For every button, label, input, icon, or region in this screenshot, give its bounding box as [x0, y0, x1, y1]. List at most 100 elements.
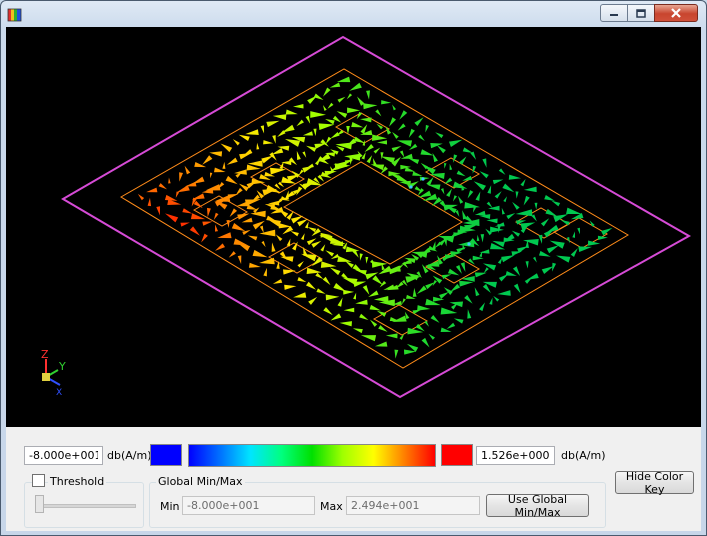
field-vector	[266, 215, 278, 222]
field-vector	[279, 251, 288, 261]
field-vector	[462, 175, 473, 181]
max-color-swatch[interactable]	[441, 444, 473, 466]
hide-color-key-button[interactable]: Hide Color Key	[615, 470, 694, 496]
title-bar[interactable]	[1, 1, 706, 27]
field-vector	[359, 253, 363, 261]
field-vector	[380, 152, 384, 160]
field-vector	[420, 149, 434, 156]
field-vector	[307, 227, 317, 233]
field-vector	[457, 195, 464, 204]
field-vector	[497, 257, 503, 265]
max-value-field[interactable]	[476, 446, 555, 465]
field-vector	[189, 226, 201, 236]
field-vector	[256, 142, 260, 150]
field-vector	[261, 155, 274, 164]
field-vector	[158, 183, 168, 190]
global-min-field[interactable]	[182, 496, 315, 515]
field-vector	[342, 277, 358, 286]
field-vector	[137, 193, 145, 201]
cutout	[424, 157, 481, 189]
field-vector	[488, 205, 500, 211]
field-vector	[566, 207, 582, 215]
threshold-checkbox[interactable]	[32, 474, 45, 487]
field-vector	[271, 147, 284, 155]
field-vector	[452, 195, 457, 202]
field-vector	[479, 249, 490, 254]
min-value-field[interactable]	[24, 446, 103, 465]
field-vector	[165, 213, 179, 223]
field-vector	[352, 328, 363, 334]
field-vector	[337, 297, 343, 307]
use-global-minmax-button[interactable]: Use Global Min/Max	[486, 493, 589, 519]
field-vector	[401, 298, 406, 305]
field-vector	[286, 238, 291, 247]
min-color-swatch[interactable]	[150, 444, 182, 466]
minimize-icon	[610, 14, 618, 16]
field-vector	[489, 297, 493, 305]
field-vector	[446, 322, 456, 329]
field-vector	[190, 213, 206, 220]
field-vector	[336, 111, 348, 118]
field-vector	[524, 277, 533, 284]
global-max-field[interactable]	[346, 496, 480, 515]
field-vector	[318, 123, 335, 130]
field-vector	[344, 159, 354, 165]
field-vector	[425, 282, 435, 290]
field-vector	[284, 284, 297, 290]
field-vector	[371, 261, 388, 268]
field-vector	[272, 279, 283, 284]
minimize-button[interactable]	[600, 4, 628, 22]
field-vector	[551, 200, 561, 207]
field-vector	[193, 200, 203, 209]
field-vector	[325, 250, 335, 257]
field-vector	[270, 204, 283, 211]
field-vector	[470, 151, 477, 160]
field-vector	[515, 191, 519, 199]
threshold-slider-thumb[interactable]	[35, 495, 44, 513]
field-vector	[300, 233, 305, 240]
min-unit-label: db(A/m)	[107, 449, 152, 462]
field-vector	[412, 287, 417, 297]
field-vector	[346, 93, 353, 100]
field-vector	[363, 103, 378, 110]
field-vector	[184, 165, 191, 175]
field-vector	[320, 244, 326, 252]
field-plot[interactable]: Z Y X	[6, 27, 701, 427]
y-axis-label: Y	[58, 360, 66, 373]
maximize-button[interactable]	[627, 4, 655, 22]
global-max-label: Max	[320, 500, 343, 513]
field-vector	[450, 283, 461, 292]
field-vector	[232, 139, 240, 146]
field-vector	[182, 208, 193, 214]
field-vector	[222, 161, 226, 169]
field-vector	[474, 272, 487, 278]
field-vector	[461, 275, 475, 282]
field-vector	[388, 117, 397, 127]
field-vector	[397, 123, 406, 131]
field-vector	[423, 165, 436, 175]
field-vector	[259, 229, 276, 237]
field-plot-viewport[interactable]: Z Y X	[6, 27, 701, 427]
field-vector	[381, 100, 392, 105]
field-vector	[494, 191, 502, 199]
field-vector	[364, 143, 374, 153]
field-vector	[281, 124, 295, 133]
field-vector	[191, 193, 205, 200]
field-vector	[372, 275, 383, 286]
close-button[interactable]	[654, 4, 698, 22]
field-vector	[320, 261, 337, 268]
threshold-slider-track[interactable]	[36, 504, 136, 508]
field-vector	[455, 210, 460, 217]
field-vector	[359, 117, 372, 123]
field-vector	[229, 208, 238, 218]
field-vector	[241, 217, 253, 223]
field-vector	[192, 176, 205, 185]
field-vector	[323, 307, 333, 316]
field-vector	[284, 190, 295, 199]
field-vector	[474, 210, 486, 216]
field-vector	[315, 272, 324, 280]
field-vector	[322, 105, 327, 111]
field-vector	[525, 261, 529, 269]
field-vector	[310, 111, 326, 118]
field-vector	[302, 151, 307, 158]
